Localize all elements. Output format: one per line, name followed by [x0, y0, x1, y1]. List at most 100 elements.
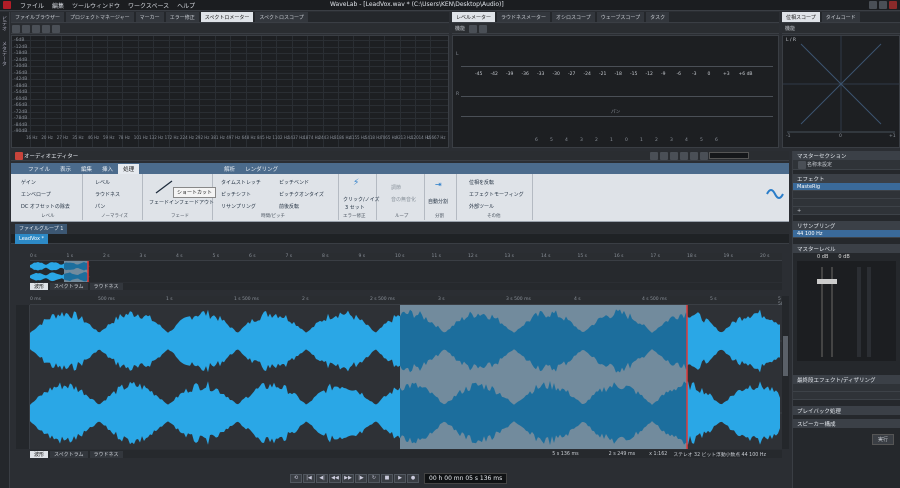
phase-func-label[interactable]: 機能 — [785, 25, 795, 32]
pitch-quantize-button[interactable]: ピッチクオンタイズ — [279, 191, 324, 198]
save-icon[interactable] — [660, 151, 668, 160]
undo-icon[interactable] — [680, 151, 688, 160]
master-preset[interactable]: 名称未設定 — [793, 160, 900, 170]
minimize-icon[interactable] — [869, 1, 877, 9]
play-icon[interactable] — [32, 24, 40, 33]
click-noise-button[interactable]: クリック/ノイズ — [343, 196, 380, 203]
silence-button[interactable]: 音の無音化 — [391, 196, 416, 203]
menu-edit[interactable]: 編集 — [52, 1, 64, 10]
tab-project-manager[interactable]: プロジェクトマネージャー — [66, 12, 134, 22]
loop-icon[interactable]: ⟲ — [290, 473, 302, 483]
record-icon[interactable] — [670, 151, 678, 160]
power-icon[interactable] — [798, 160, 806, 169]
time-stretch-button[interactable]: タイムストレッチ — [221, 179, 261, 186]
resample-rate[interactable]: 44 100 Hz — [793, 230, 900, 238]
export-icon[interactable] — [52, 24, 60, 33]
window-icon[interactable] — [650, 151, 658, 160]
external-tools-button[interactable]: 外部ツール — [469, 203, 494, 210]
side-tab-metadata[interactable]: メタデータ — [1, 41, 8, 66]
settings-icon[interactable] — [469, 24, 478, 33]
envelope-button[interactable]: エンベロープ — [21, 191, 51, 198]
menu-file[interactable]: ファイル — [20, 1, 44, 10]
record-icon[interactable]: ● — [407, 473, 419, 483]
tab-wavescope[interactable]: ウェーブスコープ — [596, 12, 645, 22]
maximize-icon[interactable] — [879, 1, 887, 9]
forward-icon[interactable]: ▶▶ — [342, 473, 354, 483]
ribbon-tab-file[interactable]: ファイル — [23, 164, 55, 174]
pan-button[interactable]: パン — [95, 203, 105, 210]
prev-marker-icon[interactable]: ◀| — [316, 473, 328, 483]
ribbon-tab-render[interactable]: レンダリング — [240, 164, 283, 174]
pitch-bend-button[interactable]: ピッチベンド — [279, 179, 309, 186]
tab-phase-scope[interactable]: 位相スコープ — [782, 12, 820, 22]
plugin-slot-1[interactable]: MasteRig — [793, 183, 900, 191]
main-tab-loudness[interactable]: ラウドネス — [89, 450, 123, 458]
level-func-label[interactable]: 機能 — [455, 25, 465, 32]
ribbon-tab-process[interactable]: 処理 — [118, 163, 140, 174]
resample-button[interactable]: リサンプリング — [221, 203, 256, 210]
plugin-slot-3[interactable] — [793, 199, 900, 207]
ribbon-tab-edit[interactable]: 編集 — [76, 164, 97, 174]
settings-icon[interactable] — [12, 24, 20, 33]
rewind-icon[interactable]: ◀◀ — [329, 473, 341, 483]
redo-icon[interactable] — [690, 151, 698, 160]
fade-out-button[interactable]: フェードアウト — [179, 199, 214, 206]
refresh-icon[interactable] — [22, 24, 30, 33]
next-marker-icon[interactable]: |▶ — [355, 473, 367, 483]
render-button[interactable]: 実行 — [871, 434, 894, 445]
fader-r[interactable] — [827, 279, 837, 284]
tab-file-group[interactable]: ファイルグループ 1 — [15, 223, 68, 234]
fade-in-button[interactable]: フェードイン — [149, 199, 179, 206]
click-noise-sets[interactable]: 3 セット — [345, 204, 365, 211]
tab-error-correction[interactable]: エラー修正 — [165, 12, 199, 22]
adjust-button[interactable]: 調節 — [391, 184, 401, 191]
tab-spectrometer[interactable]: スペクトロメーター — [200, 12, 254, 22]
tab-level-meter[interactable]: レベルメーター — [452, 12, 496, 22]
main-ruler[interactable]: 0 ms 500 ms 1 s 1 s 500 ms 2 s 2 s 500 ms 3 s 3… — [30, 296, 787, 312]
stop-icon[interactable]: ■ — [381, 473, 393, 483]
zoom-icon[interactable] — [700, 151, 708, 160]
go-start-icon[interactable]: |◀ — [303, 473, 315, 483]
tab-timecode[interactable]: タイムコード — [821, 12, 860, 22]
level-normalize-button[interactable]: レベル — [95, 179, 110, 186]
tab-leadvox[interactable]: LeadVox * — [15, 233, 48, 244]
menu-help[interactable]: ヘルプ — [177, 1, 195, 10]
main-tab-waveform[interactable]: 波形 — [30, 450, 49, 458]
main-tab-spectrum[interactable]: スペクトラム — [50, 450, 88, 458]
close-icon[interactable] — [889, 1, 897, 9]
auto-split-button[interactable]: 自動分割 — [428, 198, 448, 205]
add-plugin-button[interactable]: + — [793, 207, 900, 215]
menu-toolwindow[interactable]: ツールウィンドウ — [72, 1, 120, 10]
pitch-shift-button[interactable]: ピッチシフト — [221, 191, 251, 198]
ribbon-tab-analyze[interactable]: 解析 — [219, 164, 240, 174]
effect-morph-button[interactable]: エフェクトモーフィング — [469, 191, 524, 198]
main-waveform[interactable] — [30, 305, 782, 449]
loudness-button[interactable]: ラウドネス — [95, 191, 120, 198]
final-slot-2[interactable] — [793, 392, 900, 400]
final-slot-1[interactable] — [793, 384, 900, 392]
side-tab-video[interactable]: ビデオ — [1, 16, 8, 31]
tab-loudness-meter[interactable]: ラウドネスメーター — [497, 12, 551, 22]
dc-offset-button[interactable]: DC オフセットの除去 — [21, 203, 70, 210]
refresh-icon[interactable] — [479, 24, 488, 33]
snapshot-icon[interactable] — [42, 24, 50, 33]
overview-tab-spectrum[interactable]: スペクトラム — [50, 283, 88, 290]
phase-invert-button[interactable]: 位相を反転 — [469, 179, 494, 186]
tab-oscilloscope[interactable]: オシロスコープ — [552, 12, 595, 22]
fader-l[interactable] — [817, 279, 827, 284]
ribbon-tab-view[interactable]: 表示 — [55, 164, 76, 174]
tab-spectroscope[interactable]: スペクトロスコープ — [255, 12, 308, 22]
play-icon[interactable]: ▶ — [394, 473, 406, 483]
time-display[interactable]: 00 h 00 mn 05 s 136 ms — [424, 472, 508, 484]
ribbon-tab-insert[interactable]: 挿入 — [97, 164, 118, 174]
plugin-slot-2[interactable] — [793, 191, 900, 199]
vertical-scrollbar[interactable] — [782, 296, 789, 449]
tab-tasks[interactable]: タスク — [646, 12, 670, 22]
menu-workspace[interactable]: ワークスペース — [128, 1, 169, 10]
overview-waveform[interactable] — [30, 261, 782, 282]
tab-markers[interactable]: マーカー — [135, 12, 164, 22]
reverse-button[interactable]: 前後反転 — [279, 203, 299, 210]
editor-dropdown[interactable] — [709, 152, 749, 159]
tab-file-browser[interactable]: ファイルブラウザー — [11, 12, 65, 22]
gain-button[interactable]: ゲイン — [21, 179, 36, 186]
